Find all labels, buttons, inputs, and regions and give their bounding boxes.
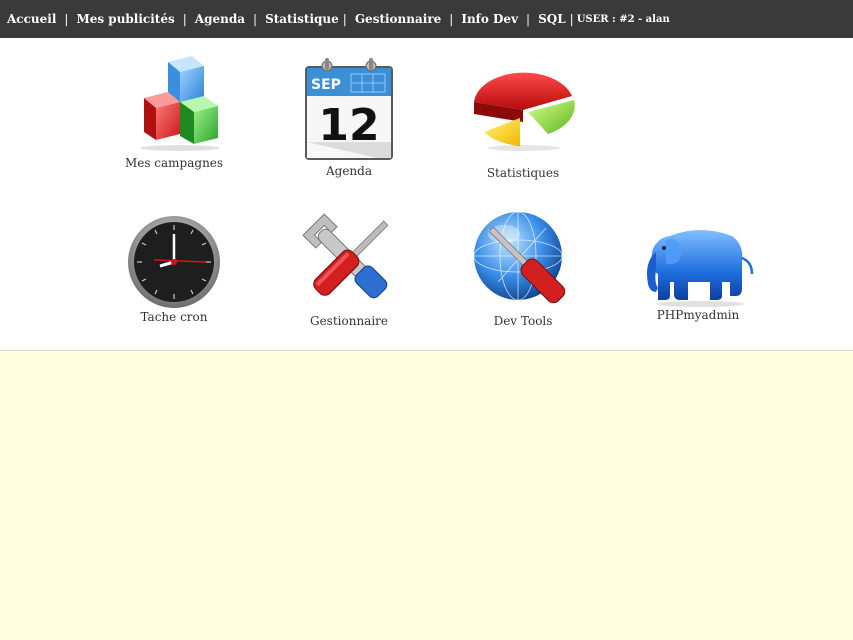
tile-label: Tache cron (140, 310, 208, 324)
main-content-area (0, 351, 853, 640)
tile-mes-campagnes[interactable]: Mes campagnes (104, 56, 244, 170)
tile-gestionnaire[interactable]: Gestionnaire (279, 206, 419, 328)
nav-item-statistique[interactable]: Statistique (265, 12, 339, 26)
tile-statistiques[interactable]: Statistiques (453, 62, 593, 180)
nav-separator: | (64, 12, 69, 26)
tile-label: Gestionnaire (309, 314, 389, 328)
elephant-icon (647, 230, 754, 307)
tile-phpmyadmin[interactable]: PHPmyadmin (628, 222, 768, 322)
top-nav-bar: Accueil | Mes publicités | Agenda | Stat… (0, 0, 853, 38)
tile-agenda[interactable]: SEP 12 Agenda (279, 56, 419, 178)
calendar-day: 12 (318, 100, 379, 151)
nav-item-sql[interactable]: SQL (538, 12, 566, 26)
tile-tache-cron[interactable]: Tache cron (104, 210, 244, 324)
calendar-icon: SEP 12 (305, 58, 393, 160)
pie-chart-icon (474, 72, 575, 151)
nav-separator: | (569, 12, 574, 26)
nav-separator: | (449, 12, 454, 26)
nav-item-gestionnaire[interactable]: Gestionnaire (355, 12, 441, 26)
tile-label: Agenda (325, 164, 372, 178)
tile-dev-tools[interactable]: Dev Tools (453, 206, 593, 328)
tools-icon (302, 213, 389, 299)
nav-separator: | (526, 12, 531, 26)
app-launcher-panel: Mes campagnes SEP 12 Agenda Statistiques… (0, 38, 853, 351)
nav-item-mes-publicites[interactable]: Mes publicités (76, 12, 174, 26)
nav-item-info-dev[interactable]: Info Dev (461, 12, 518, 26)
calendar-month: SEP (311, 77, 341, 93)
tile-label: PHPmyadmin (656, 308, 740, 322)
tile-label: Dev Tools (493, 314, 553, 328)
cubes-icon (140, 56, 220, 151)
globe-screwdriver-icon (473, 211, 566, 304)
nav-separator: | (342, 12, 347, 26)
nav-separator: | (253, 12, 258, 26)
nav-separator: | (182, 12, 187, 26)
user-info: USER : #2 - alan (576, 13, 670, 25)
nav-item-agenda[interactable]: Agenda (195, 12, 245, 26)
tile-label: Statistiques (486, 166, 560, 180)
clock-icon (128, 216, 220, 308)
nav-item-accueil[interactable]: Accueil (7, 12, 56, 26)
tile-label: Mes campagnes (124, 156, 224, 170)
